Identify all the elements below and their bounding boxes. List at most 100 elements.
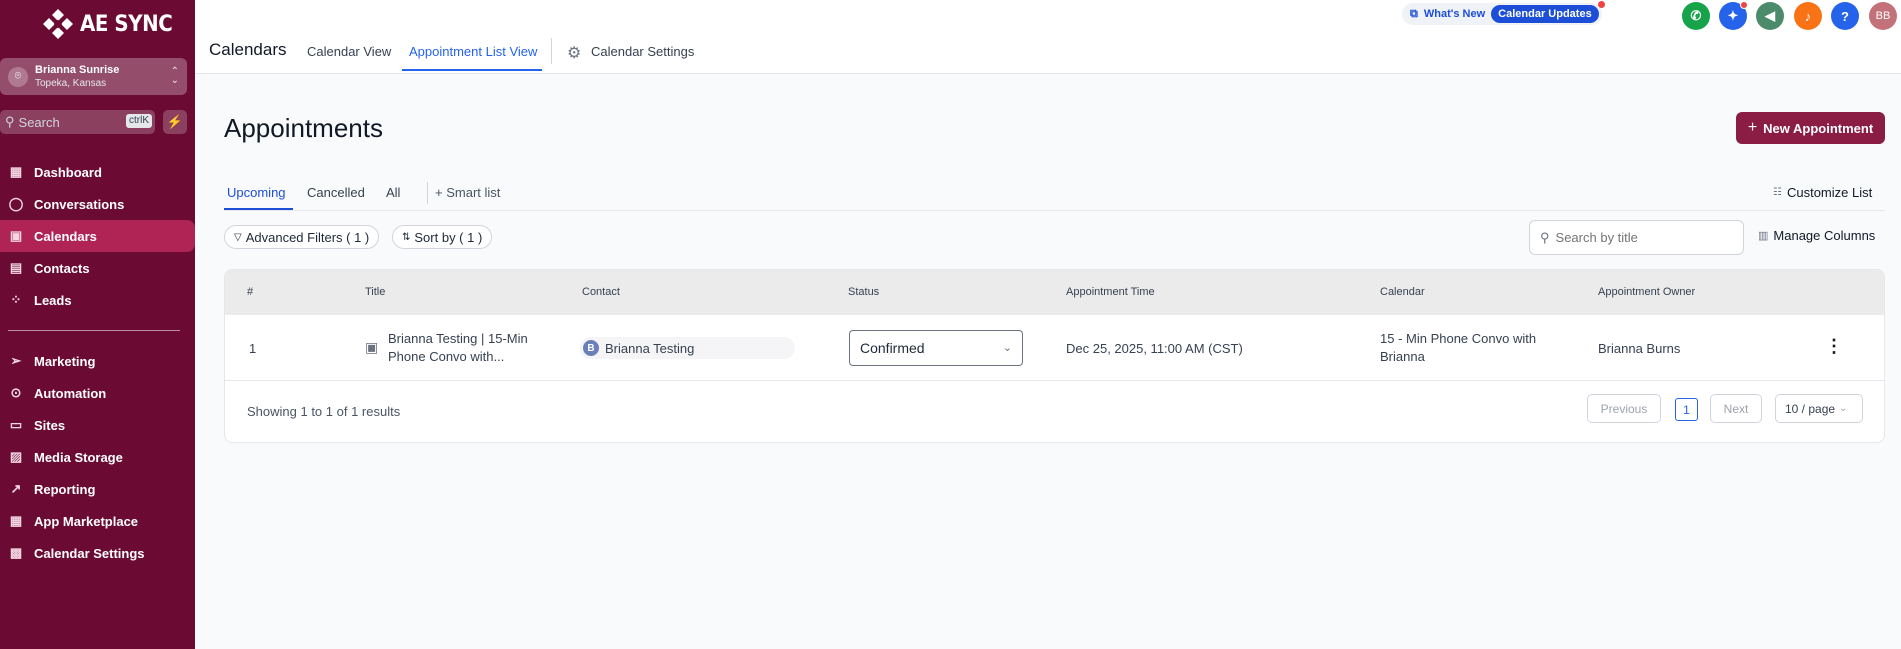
sidebar: AE SYNC ⌾ Brianna Sunrise Topeka, Kansas… [0, 0, 195, 649]
filter-icon: ▽ [234, 231, 242, 243]
sidebar-item-dashboard[interactable]: ▦ Dashboard [0, 156, 195, 188]
next-page-button[interactable]: Next [1710, 394, 1762, 423]
main-content: Appointments + New Appointment Upcoming … [195, 74, 1901, 649]
page-title: Appointments [224, 113, 383, 143]
phone-button[interactable]: ✆ [1682, 2, 1710, 30]
sidebar-item-sites[interactable]: ▭ Sites [0, 409, 195, 441]
tab-divider [551, 38, 552, 64]
sidebar-search[interactable]: ⚲ Search ctrlK [0, 110, 155, 134]
chevron-down-icon: ⌄ [1839, 403, 1848, 414]
sparkle-icon: ✦ [1727, 8, 1739, 23]
appointment-owner: Brianna Burns [1598, 341, 1681, 356]
appointment-time: Dec 25, 2025, 11:00 AM (CST) [1066, 341, 1243, 356]
image-icon: ▨ [9, 449, 23, 464]
sidebar-item-label: Automation [34, 385, 107, 401]
search-shortcut: ctrlK [126, 114, 152, 128]
search-icon: ⚲ [5, 114, 15, 129]
send-icon: ➢ [10, 353, 22, 368]
sidebar-item-label: App Marketplace [34, 513, 139, 529]
sidebar-divider [8, 330, 180, 331]
sort-label: Sort by ( 1 ) [414, 229, 483, 245]
row-number: 1 [249, 341, 257, 356]
sidebar-item-leads[interactable]: ⁘ Leads [0, 284, 195, 316]
ai-assistant-button[interactable]: ✦ [1719, 1, 1748, 30]
search-by-title[interactable]: ⚲ [1529, 220, 1744, 255]
calendar-icon: ▣ [365, 339, 379, 355]
tab-cancelled[interactable]: Cancelled [307, 185, 365, 200]
col-header-owner: Appointment Owner [1598, 286, 1696, 298]
tab-upcoming[interactable]: Upcoming [227, 185, 286, 200]
search-icon: ⚲ [1540, 229, 1550, 245]
help-button[interactable]: ? [1831, 2, 1859, 30]
contact-name: Brianna Testing [605, 340, 695, 356]
previous-page-button[interactable]: Previous [1587, 394, 1661, 423]
trend-icon: ↗ [10, 481, 22, 496]
table-header: # Title Contact Status Appointment Time … [225, 270, 1884, 315]
sidebar-item-contacts[interactable]: ▤ Contacts [0, 252, 195, 284]
search-title-input[interactable] [1555, 230, 1726, 245]
plus-icon: + [1747, 119, 1758, 136]
sidebar-item-automation[interactable]: ⊙ Automation [0, 377, 195, 409]
notification-dot [1597, 1, 1605, 8]
logo-text: AE SYNC [80, 11, 173, 37]
sidebar-item-reporting[interactable]: ↗ Reporting [0, 473, 195, 505]
calendar-icon: ▣ [9, 228, 23, 243]
more-options-icon[interactable]: ⋮ [1825, 337, 1843, 355]
status-select[interactable]: Confirmed ⌄ [849, 330, 1023, 366]
apps-icon: ▦ [9, 513, 23, 528]
subtab-divider [427, 182, 428, 204]
announcements-button[interactable]: ◀ [1756, 2, 1784, 30]
advanced-filters-label: Advanced Filters ( 1 ) [245, 229, 370, 245]
sliders-icon: ☷ [1773, 187, 1782, 198]
tab-calendar-view[interactable]: Calendar View [307, 44, 391, 59]
page-1-button[interactable]: 1 [1675, 398, 1698, 421]
gear-icon: ⚙ [567, 45, 582, 62]
col-header-status: Status [848, 286, 880, 298]
sort-chip[interactable]: ⇅ Sort by ( 1 ) [392, 225, 493, 249]
tab-all[interactable]: All [386, 185, 400, 200]
logo[interactable]: AE SYNC [42, 6, 183, 42]
tab-calendar-settings[interactable]: Calendar Settings [591, 44, 694, 59]
advanced-filters-chip[interactable]: ▽ Advanced Filters ( 1 ) [224, 225, 380, 249]
calendar-name: 15 - Min Phone Convo with Brianna [1380, 330, 1536, 366]
manage-columns-button[interactable]: ▥ Manage Columns [1758, 228, 1875, 243]
col-header-number: # [247, 286, 254, 298]
whats-new-banner[interactable]: ⧉ What's New Calendar Updates [1402, 1, 1605, 25]
quick-actions-button[interactable]: ⚡ [163, 110, 187, 134]
sidebar-item-conversations[interactable]: ◯ Conversations [0, 188, 195, 220]
sidebar-item-calendars[interactable]: ▣ Calendars [0, 220, 195, 252]
smart-list-button[interactable]: + Smart list [435, 185, 500, 200]
tab-appointment-list-view[interactable]: Appointment List View [409, 44, 537, 59]
contact-avatar: B [583, 340, 599, 356]
sidebar-nav: ▦ Dashboard ◯ Conversations ▣ Calendars … [0, 156, 195, 569]
col-header-appointment-time: Appointment Time [1066, 286, 1155, 298]
sidebar-item-label: Contacts [34, 260, 90, 276]
sidebar-item-media-storage[interactable]: ▨ Media Storage [0, 441, 195, 473]
sidebar-item-app-marketplace[interactable]: ▦ App Marketplace [0, 505, 195, 537]
appointment-title-link[interactable]: Brianna Testing | 15-Min Phone Convo wit… [388, 330, 528, 366]
table-row[interactable]: 1 ▣ Brianna Testing | 15-Min Phone Convo… [225, 315, 1884, 381]
sidebar-item-marketing[interactable]: ➢ Marketing [0, 345, 195, 377]
new-appointment-button[interactable]: + New Appointment [1736, 112, 1885, 144]
calendar-updates-pill[interactable]: Calendar Updates [1491, 5, 1599, 23]
sort-icon: ⇅ [402, 231, 411, 243]
results-summary: Showing 1 to 1 of 1 results [247, 404, 401, 419]
page-name: Calendars [209, 40, 287, 59]
user-avatar[interactable]: BB [1869, 2, 1897, 30]
whats-new-label: What's New [1423, 8, 1486, 20]
bell-icon: ♪ [1804, 8, 1812, 24]
page-size-select[interactable]: 10 / page ⌄ [1775, 394, 1863, 423]
new-appointment-label: New Appointment [1763, 120, 1874, 136]
account-switcher[interactable]: ⌾ Brianna Sunrise Topeka, Kansas ⌃ ⌄ [0, 58, 187, 95]
chat-icon: ◯ [8, 196, 24, 211]
sidebar-item-calendar-settings[interactable]: ▩ Calendar Settings [0, 537, 195, 569]
sidebar-item-label: Dashboard [34, 164, 102, 180]
col-header-calendar: Calendar [1380, 286, 1425, 298]
appointments-table: # Title Contact Status Appointment Time … [224, 269, 1885, 443]
notifications-button[interactable]: ♪ [1794, 2, 1822, 30]
contacts-icon: ▤ [9, 260, 23, 275]
customize-list-button[interactable]: ☷ Customize List [1773, 185, 1872, 200]
phone-icon: ✆ [1690, 8, 1702, 23]
contact-chip[interactable]: B Brianna Testing [580, 337, 795, 359]
sidebar-search-placeholder: Search [18, 114, 60, 130]
